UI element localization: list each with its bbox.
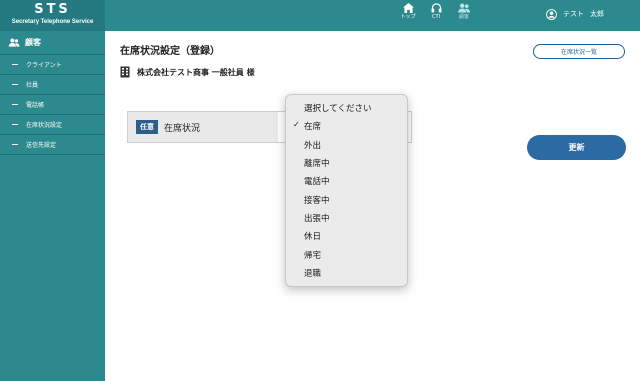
option-label: 電話中 [304, 177, 330, 188]
brand-subtitle: Secretary Telephone Service [11, 19, 94, 25]
user-name: テスト [563, 10, 584, 18]
dash-icon [12, 84, 18, 85]
form-label-cell: 任意 在席状況 [128, 112, 278, 142]
app-header: STS Secretary Telephone Service トップ CTI … [0, 0, 640, 31]
sidebar-item-client[interactable]: クライアント [0, 55, 105, 75]
sidebar-item-attendance-settings[interactable]: 在席状況設定 [0, 115, 105, 135]
checkmark-icon: ✓ [293, 120, 300, 130]
brand-title: STS [34, 2, 71, 17]
dash-icon [12, 144, 18, 145]
attendance-status-dropdown[interactable]: 選択してください ✓ 在席 外出 離席中 電話中 接客中 出張中 休日 帰宅 退職 [285, 94, 408, 287]
home-icon [402, 3, 414, 13]
headset-icon [431, 3, 441, 13]
dropdown-option[interactable]: 外出 [286, 136, 407, 154]
optional-badge: 任意 [136, 120, 158, 134]
brand-logo[interactable]: STS Secretary Telephone Service [0, 0, 105, 31]
dropdown-option[interactable]: 離席中 [286, 154, 407, 172]
dropdown-option[interactable]: 接客中 [286, 190, 407, 208]
nav-cti[interactable]: CTI [423, 3, 449, 21]
company-line: 株式会社テスト商事 一般社員 様 [120, 64, 255, 80]
nav-customer-label: 顧客 [458, 14, 469, 20]
option-label: 接客中 [304, 195, 330, 206]
dropdown-option[interactable]: 出張中 [286, 209, 407, 227]
nav-top[interactable]: トップ [395, 3, 421, 21]
sidebar-header-label: 顧客 [25, 38, 41, 47]
dropdown-option[interactable]: 休日 [286, 227, 407, 245]
sidebar-item-destination-settings[interactable]: 送信先設定 [0, 135, 105, 155]
user-name-given: 太郎 [590, 10, 604, 18]
customer-icon [458, 3, 470, 13]
update-button[interactable]: 更新 [527, 135, 626, 160]
attendance-list-button[interactable]: 在席状況一覧 [533, 44, 625, 59]
page-title: 在席状況設定（登録） [120, 46, 220, 57]
dropdown-option-selected[interactable]: ✓ 在席 [286, 117, 407, 135]
dropdown-option[interactable]: 帰宅 [286, 245, 407, 263]
option-label: 離席中 [304, 159, 330, 170]
sidebar-header: 顧客 [0, 31, 105, 55]
attendance-field-label: 在席状況 [164, 123, 201, 134]
sidebar-item-employee[interactable]: 社員 [0, 75, 105, 95]
dropdown-option[interactable]: 選択してください [286, 99, 407, 117]
option-label: 出張中 [304, 213, 330, 224]
customer-icon [8, 38, 20, 47]
option-label: 休日 [304, 232, 322, 243]
sidebar-item-label: 送信先設定 [26, 142, 57, 149]
dropdown-option[interactable]: 電話中 [286, 172, 407, 190]
sidebar-item-label: クライアント [26, 62, 62, 69]
sidebar: 顧客 クライアント 社員 電話帳 在席状況設定 送信先設定 [0, 31, 105, 381]
nav-top-label: トップ [400, 14, 416, 20]
building-icon [120, 66, 130, 78]
company-name: 株式会社テスト商事 一般社員 様 [137, 67, 255, 77]
option-label: 在席 [304, 122, 322, 133]
option-label: 選択してください [304, 104, 372, 115]
dash-icon [12, 64, 18, 65]
sidebar-item-label: 社員 [26, 82, 39, 89]
sidebar-item-label: 在席状況設定 [26, 122, 63, 129]
nav-customer[interactable]: 顧客 [451, 3, 477, 21]
dash-icon [12, 124, 18, 125]
user-menu[interactable]: テスト 太郎 [546, 7, 604, 21]
user-avatar-icon [546, 8, 557, 20]
option-label: 外出 [304, 140, 322, 151]
dash-icon [12, 104, 18, 105]
sidebar-item-label: 電話帳 [26, 102, 45, 109]
sidebar-item-phonebook[interactable]: 電話帳 [0, 95, 105, 115]
nav-cti-label: CTI [431, 14, 441, 20]
dropdown-option[interactable]: 退職 [286, 264, 407, 282]
option-label: 退職 [304, 268, 322, 279]
option-label: 帰宅 [304, 250, 322, 261]
